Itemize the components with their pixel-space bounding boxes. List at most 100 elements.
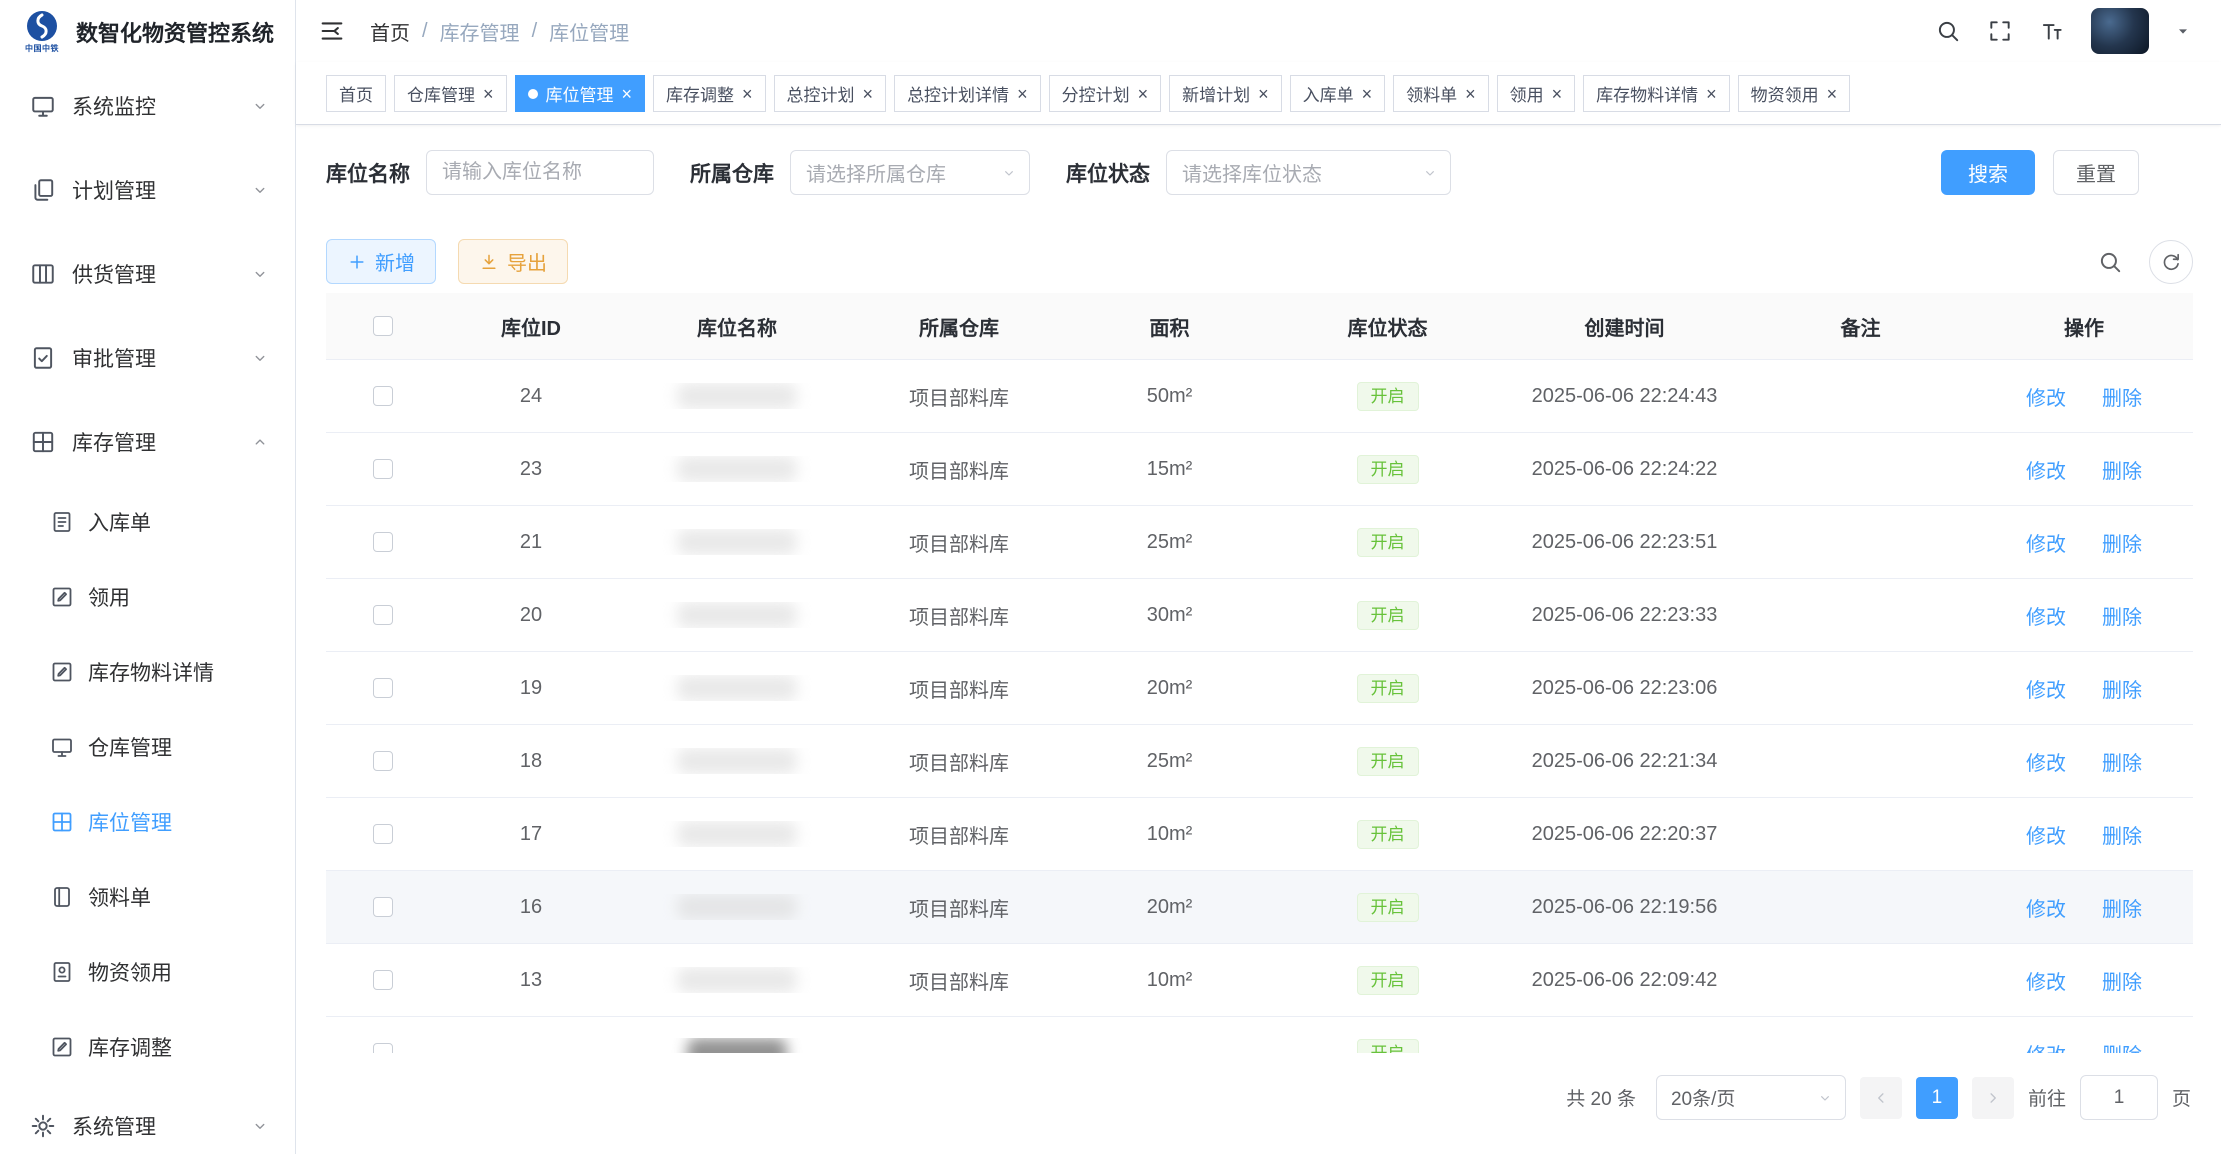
tab-close-icon[interactable]: × (1138, 85, 1149, 103)
user-caret-down-icon[interactable] (2175, 23, 2191, 39)
table-search-icon[interactable] (2097, 249, 2123, 275)
tab-close-icon[interactable]: × (1552, 85, 1563, 103)
edit-link[interactable]: 修改 (2026, 747, 2066, 776)
tab-3[interactable]: 库存调整× (653, 75, 766, 112)
tab-close-icon[interactable]: × (1258, 85, 1269, 103)
font-size-icon[interactable] (2039, 18, 2065, 44)
row-checkbox[interactable] (373, 605, 393, 625)
tab-6[interactable]: 分控计划× (1049, 75, 1162, 112)
tab-close-icon[interactable]: × (863, 85, 874, 103)
location-name-input[interactable] (426, 150, 654, 195)
cell-area: 15m² (1067, 458, 1272, 481)
next-page-button[interactable] (1972, 1077, 2014, 1119)
delete-link[interactable]: 删除 (2102, 1039, 2142, 1054)
tab-close-icon[interactable]: × (1465, 85, 1476, 103)
row-checkbox[interactable] (373, 678, 393, 698)
sidebar-collapse-icon[interactable] (318, 17, 346, 45)
tab-7[interactable]: 新增计划× (1169, 75, 1282, 112)
sidebar-subitem-4-5[interactable]: 领料单 (0, 859, 295, 934)
sidebar-subitem-4-1[interactable]: 领用 (0, 559, 295, 634)
prev-page-button[interactable] (1860, 1077, 1902, 1119)
fullscreen-icon[interactable] (1987, 18, 2013, 44)
row-checkbox[interactable] (373, 459, 393, 479)
delete-link[interactable]: 删除 (2102, 747, 2142, 776)
tab-close-icon[interactable]: × (1706, 85, 1717, 103)
edit-link[interactable]: 修改 (2026, 1039, 2066, 1054)
add-button[interactable]: 新增 (326, 239, 436, 284)
delete-link[interactable]: 删除 (2102, 966, 2142, 995)
tab-close-icon[interactable]: × (1362, 85, 1373, 103)
row-checkbox[interactable] (373, 1043, 393, 1053)
status-badge: 开启 (1357, 893, 1419, 922)
delete-link[interactable]: 删除 (2102, 601, 2142, 630)
status-select[interactable]: 请选择库位状态 (1166, 150, 1451, 195)
delete-link[interactable]: 删除 (2102, 893, 2142, 922)
select-all-checkbox[interactable] (373, 316, 393, 336)
row-checkbox[interactable] (373, 970, 393, 990)
sidebar-subitem-4-2[interactable]: 库存物料详情 (0, 634, 295, 709)
header-search-icon[interactable] (1935, 18, 1961, 44)
sidebar-item-1[interactable]: 计划管理 (0, 148, 295, 232)
row-checkbox[interactable] (373, 751, 393, 771)
breadcrumb-home[interactable]: 首页 (370, 17, 410, 46)
delete-link[interactable]: 删除 (2102, 528, 2142, 557)
export-button[interactable]: 导出 (458, 239, 568, 284)
warehouse-select[interactable]: 请选择所属仓库 (790, 150, 1030, 195)
page-1-button[interactable]: 1 (1916, 1077, 1958, 1119)
tab-9[interactable]: 领料单× (1393, 75, 1489, 112)
tab-10[interactable]: 领用× (1497, 75, 1576, 112)
tab-close-icon[interactable]: × (1827, 85, 1838, 103)
user-avatar[interactable] (2091, 8, 2149, 54)
cell-area: 50m² (1067, 385, 1272, 408)
delete-link[interactable]: 删除 (2102, 455, 2142, 484)
tab-8[interactable]: 入库单× (1290, 75, 1386, 112)
edit-link[interactable]: 修改 (2026, 382, 2066, 411)
page-size-select[interactable]: 20条/页 (1656, 1075, 1846, 1120)
tab-5[interactable]: 总控计划详情× (894, 75, 1041, 112)
edit-link[interactable]: 修改 (2026, 601, 2066, 630)
sidebar-item-2[interactable]: 供货管理 (0, 232, 295, 316)
row-checkbox[interactable] (373, 824, 393, 844)
tab-4[interactable]: 总控计划× (774, 75, 887, 112)
sidebar-item-3[interactable]: 审批管理 (0, 316, 295, 400)
cell-operations: 修改 删除 (1975, 966, 2193, 995)
delete-link[interactable]: 删除 (2102, 674, 2142, 703)
row-checkbox[interactable] (373, 897, 393, 917)
tab-1[interactable]: 仓库管理× (394, 75, 507, 112)
tab-close-icon[interactable]: × (483, 85, 494, 103)
reset-button[interactable]: 重置 (2053, 150, 2139, 195)
tab-close-icon[interactable]: × (742, 85, 753, 103)
row-checkbox[interactable] (373, 532, 393, 552)
edit-link[interactable]: 修改 (2026, 820, 2066, 849)
tab-2[interactable]: 库位管理× (515, 75, 646, 112)
sidebar-subitem-4-0[interactable]: 入库单 (0, 484, 295, 559)
tab-12[interactable]: 物资领用× (1738, 75, 1851, 112)
tab-11[interactable]: 库存物料详情× (1583, 75, 1730, 112)
cell-warehouse: 项目部料库 (851, 382, 1067, 411)
edit-link[interactable]: 修改 (2026, 674, 2066, 703)
row-checkbox[interactable] (373, 386, 393, 406)
sidebar-subitem-4-7[interactable]: 库存调整 (0, 1009, 295, 1084)
refresh-button[interactable] (2149, 240, 2193, 284)
edit-link[interactable]: 修改 (2026, 455, 2066, 484)
sidebar-subitem-4-6[interactable]: 物资领用 (0, 934, 295, 1009)
delete-link[interactable]: 删除 (2102, 820, 2142, 849)
sidebar-item-5[interactable]: 系统管理 (0, 1084, 295, 1154)
edit-link[interactable]: 修改 (2026, 966, 2066, 995)
sidebar-subitem-label: 领用 (88, 582, 130, 612)
goto-page-input[interactable] (2080, 1075, 2158, 1120)
tab-0[interactable]: 首页 (326, 75, 386, 112)
edit-link[interactable]: 修改 (2026, 893, 2066, 922)
sidebar-subitem-4-3[interactable]: 仓库管理 (0, 709, 295, 784)
tab-close-icon[interactable]: × (622, 85, 633, 103)
edit-link[interactable]: 修改 (2026, 528, 2066, 557)
tab-close-icon[interactable]: × (1017, 85, 1028, 103)
sidebar-item-label: 系统管理 (72, 1111, 251, 1141)
sidebar-subitem-4-4[interactable]: 库位管理 (0, 784, 295, 859)
sidebar-item-0[interactable]: 系统监控 (0, 64, 295, 148)
breadcrumb-item-1[interactable]: 库存管理 (440, 17, 520, 46)
search-button[interactable]: 搜索 (1941, 150, 2035, 195)
sidebar-item-4[interactable]: 库存管理 (0, 400, 295, 484)
delete-link[interactable]: 删除 (2102, 382, 2142, 411)
table-row: 13项目部料库10m²开启2025-06-06 22:09:42修改删除 (326, 944, 2193, 1017)
